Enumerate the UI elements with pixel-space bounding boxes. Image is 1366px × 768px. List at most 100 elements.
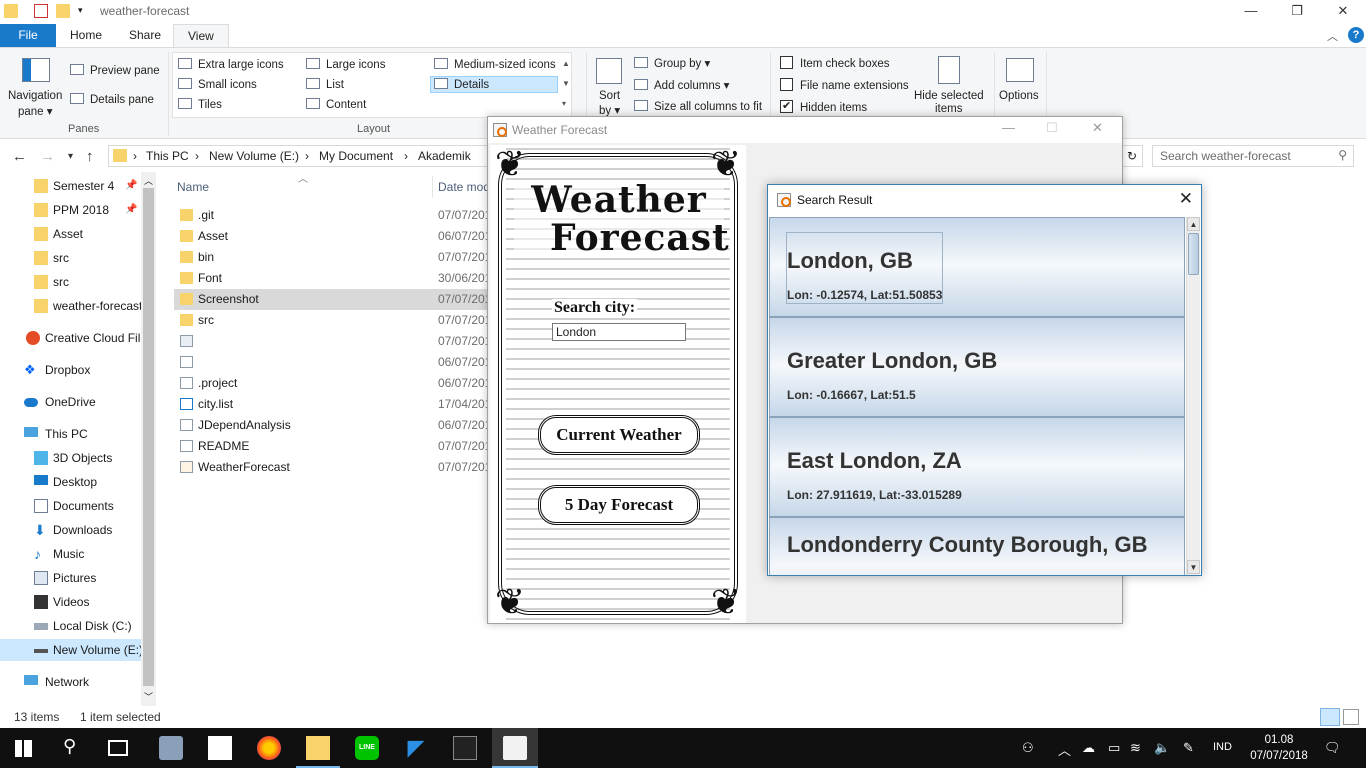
file-row[interactable]: .project 06/07/2018 bbox=[174, 373, 498, 394]
new-folder-icon[interactable] bbox=[56, 4, 70, 18]
nav-item-onedrive[interactable]: OneDrive bbox=[0, 391, 142, 413]
nav-item-pictures[interactable]: Pictures bbox=[0, 567, 142, 589]
tab-share[interactable]: Share bbox=[115, 24, 175, 48]
sticky-notes-icon[interactable] bbox=[208, 736, 232, 760]
result-item-london-gb[interactable]: London, GB Lon: -0.12574, Lat:51.50853 bbox=[769, 217, 1185, 317]
current-weather-button[interactable]: Current Weather bbox=[538, 415, 700, 455]
hide-selected-items-label-2[interactable]: items bbox=[935, 103, 962, 115]
file-row[interactable]: city.list 17/04/2018 bbox=[174, 394, 498, 415]
people-icon[interactable]: ⚇ bbox=[1022, 740, 1034, 756]
layout-medium-icons[interactable]: Medium-sized icons bbox=[434, 58, 556, 71]
back-arrow-icon[interactable]: ← bbox=[12, 148, 27, 165]
file-row[interactable]: README 07/07/2018 bbox=[174, 436, 498, 457]
restore-button[interactable]: ❐ bbox=[1274, 0, 1320, 24]
navigation-pane-label-2[interactable]: pane ▾ bbox=[18, 104, 53, 118]
pen-icon[interactable]: ✎ bbox=[1183, 740, 1194, 756]
search-result-scrollbar[interactable]: ▲ ▼ bbox=[1186, 217, 1200, 575]
layout-scroll-icon[interactable]: ▲ ▼ ▾ bbox=[562, 54, 570, 114]
collapse-ribbon-icon[interactable]: ︿ bbox=[1327, 28, 1338, 44]
nav-item-network[interactable]: Network bbox=[0, 671, 142, 693]
large-icons-view-icon[interactable] bbox=[1343, 709, 1359, 725]
minimize-button[interactable]: — bbox=[1228, 0, 1274, 24]
language-indicator[interactable]: IND bbox=[1213, 741, 1232, 753]
city-search-input[interactable]: London bbox=[552, 323, 686, 341]
show-hidden-icons-icon[interactable]: ︿ bbox=[1058, 740, 1071, 759]
customize-toolbar-icon[interactable]: ▾ bbox=[78, 5, 83, 16]
file-row[interactable]: Asset 06/07/2018 bbox=[174, 226, 498, 247]
battery-icon[interactable]: ▭ bbox=[1108, 740, 1120, 756]
layout-small-icons[interactable]: Small icons bbox=[178, 78, 257, 91]
app-icon[interactable] bbox=[159, 736, 183, 760]
weather-minimize-button[interactable]: — bbox=[1002, 120, 1015, 135]
size-all-columns-button[interactable]: Size all columns to fit bbox=[634, 100, 762, 113]
result-item-east-london[interactable]: East London, ZA Lon: 27.911619, Lat:-33.… bbox=[769, 417, 1185, 517]
breadcrumb-separator-icon[interactable]: › bbox=[133, 149, 137, 163]
nav-item-desktop[interactable]: Desktop bbox=[0, 471, 142, 493]
file-row[interactable]: .git 07/07/2018 bbox=[174, 205, 498, 226]
file-row[interactable]: bin 07/07/2018 bbox=[174, 247, 498, 268]
scrollbar-thumb[interactable] bbox=[143, 188, 154, 686]
breadcrumb-separator-icon[interactable]: › bbox=[195, 149, 199, 163]
breadcrumb-separator-icon[interactable]: › bbox=[404, 149, 408, 163]
details-view-icon[interactable] bbox=[1320, 708, 1340, 726]
refresh-icon[interactable]: ↻ bbox=[1127, 149, 1137, 163]
sort-by-label-2[interactable]: by ▾ bbox=[599, 103, 620, 117]
pin-icon[interactable]: 📌 bbox=[125, 199, 137, 221]
navigation-scrollbar[interactable]: ︿ ﹀ bbox=[141, 172, 156, 706]
navigation-pane-button[interactable]: Navigation bbox=[8, 90, 62, 102]
onedrive-tray-icon[interactable]: ☁ bbox=[1082, 740, 1095, 756]
firefox-icon[interactable] bbox=[257, 736, 281, 760]
nav-item-asset[interactable]: Asset bbox=[0, 223, 142, 245]
five-day-forecast-button[interactable]: 5 Day Forecast bbox=[538, 485, 700, 525]
result-item-londonderry[interactable]: Londonderry County Borough, GB bbox=[769, 517, 1185, 575]
breadcrumb-separator-icon[interactable]: › bbox=[305, 149, 309, 163]
search-icon[interactable]: ⚲ bbox=[63, 736, 76, 757]
nav-item-ppm-2018[interactable]: PPM 2018 📌 bbox=[0, 199, 142, 221]
nav-item-new-volume-e[interactable]: New Volume (E:) bbox=[0, 639, 142, 661]
breadcrumb-this-pc[interactable]: This PC bbox=[146, 149, 189, 163]
file-name-extensions-toggle[interactable]: File name extensions bbox=[780, 78, 909, 92]
file-row[interactable]: WeatherForecast 07/07/2018 bbox=[174, 457, 498, 478]
layout-large-icons[interactable]: Large icons bbox=[306, 58, 385, 71]
file-row[interactable]: JDependAnalysis 06/07/2018 bbox=[174, 415, 498, 436]
nav-item-weather-forecast[interactable]: weather-forecast bbox=[0, 295, 142, 317]
line-icon[interactable]: LINE bbox=[355, 736, 379, 760]
search-result-close-icon[interactable]: ✕ bbox=[1179, 189, 1193, 209]
file-row[interactable]: 06/07/2018 bbox=[174, 352, 498, 373]
nav-item-music[interactable]: ♪ Music bbox=[0, 543, 142, 565]
nav-item-semester-4[interactable]: Semester 4 📌 bbox=[0, 175, 142, 197]
details-pane-button[interactable]: Details pane bbox=[70, 93, 154, 106]
nav-item-local-disk-c[interactable]: Local Disk (C:) bbox=[0, 615, 142, 637]
pin-icon[interactable]: 📌 bbox=[125, 175, 137, 197]
options-button[interactable]: Options bbox=[999, 90, 1039, 102]
nav-item-downloads[interactable]: ⬇ Downloads bbox=[0, 519, 142, 541]
nav-item-dropbox[interactable]: ❖ Dropbox bbox=[0, 359, 142, 381]
wifi-icon[interactable]: ≋ bbox=[1130, 740, 1141, 756]
windows-start-icon[interactable] bbox=[15, 740, 32, 757]
scroll-down-icon[interactable]: ▼ bbox=[1187, 560, 1200, 574]
nav-item-documents[interactable]: Documents bbox=[0, 495, 142, 517]
hidden-items-toggle[interactable]: Hidden items bbox=[780, 99, 867, 114]
tab-home[interactable]: Home bbox=[56, 24, 116, 48]
column-divider[interactable] bbox=[432, 176, 433, 198]
nav-item-videos[interactable]: Videos bbox=[0, 591, 142, 613]
file-row[interactable]: Font 30/06/2018 bbox=[174, 268, 498, 289]
vscode-icon[interactable]: ◤ bbox=[404, 736, 428, 760]
tab-view[interactable]: View bbox=[173, 24, 229, 48]
group-by-button[interactable]: Group by ▾ bbox=[634, 56, 710, 70]
layout-content[interactable]: Content bbox=[306, 98, 366, 111]
breadcrumb-my-document[interactable]: My Document bbox=[319, 149, 393, 163]
layout-details[interactable]: Details bbox=[430, 76, 558, 93]
nav-item-creative-cloud[interactable]: Creative Cloud Files bbox=[0, 327, 142, 349]
item-check-boxes-toggle[interactable]: Item check boxes bbox=[780, 56, 889, 70]
properties-icon[interactable] bbox=[34, 4, 48, 18]
terminal-icon[interactable] bbox=[453, 736, 477, 760]
recent-locations-icon[interactable]: ▾ bbox=[68, 151, 73, 162]
weather-maximize-button[interactable]: ☐ bbox=[1046, 120, 1058, 136]
file-row[interactable]: Screenshot 07/07/2018 bbox=[174, 289, 498, 310]
weather-close-button[interactable]: ✕ bbox=[1092, 120, 1103, 136]
scroll-up-icon[interactable]: ︿ bbox=[144, 174, 153, 187]
add-columns-button[interactable]: Add columns ▾ bbox=[634, 78, 729, 92]
column-header-name[interactable]: Name bbox=[177, 180, 209, 194]
nav-item-src[interactable]: src bbox=[0, 247, 142, 269]
